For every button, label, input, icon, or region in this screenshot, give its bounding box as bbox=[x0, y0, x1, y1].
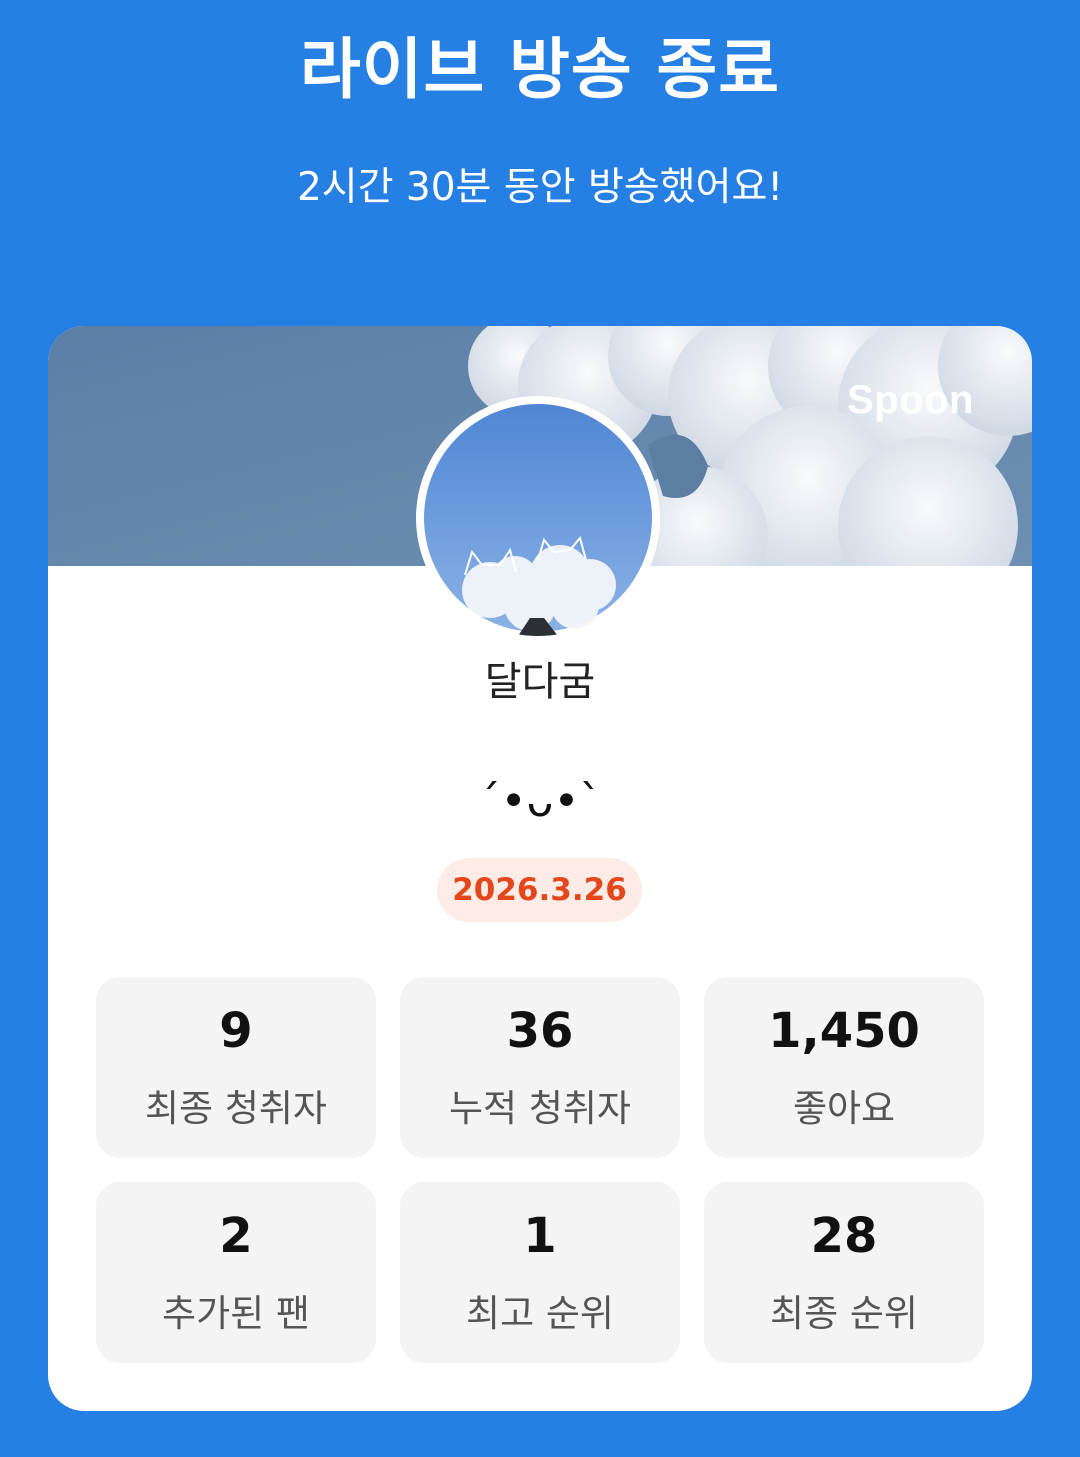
stat-total-listeners: 36 누적 청취자 bbox=[400, 977, 680, 1158]
broadcast-date-badge: 2026.3.26 bbox=[437, 858, 642, 922]
page-title: 라이브 방송 종료 bbox=[300, 31, 780, 108]
stat-best-rank: 1 최고 순위 bbox=[400, 1182, 680, 1363]
stat-label: 좋아요 bbox=[792, 1087, 896, 1130]
broadcast-summary-card: Spoon 달다굼 ˊ•ᴗ•ˋ 2026.3.26 9 최종 청취자 36 누적… bbox=[48, 326, 1032, 1411]
stat-value: 1,450 bbox=[768, 1003, 920, 1059]
stat-label: 최고 순위 bbox=[466, 1292, 614, 1335]
stat-value: 28 bbox=[810, 1208, 878, 1264]
stat-value: 9 bbox=[219, 1003, 253, 1059]
stat-final-rank: 28 최종 순위 bbox=[704, 1182, 984, 1363]
stat-value: 1 bbox=[523, 1208, 557, 1264]
broadcast-duration: 2시간 30분 동안 방송했어요! bbox=[296, 165, 784, 210]
profile-bio: ˊ•ᴗ•ˋ bbox=[478, 776, 602, 827]
spoon-logo: Spoon bbox=[847, 378, 974, 422]
stat-final-listeners: 9 최종 청취자 bbox=[96, 977, 376, 1158]
username: 달다굼 bbox=[484, 659, 596, 705]
stat-value: 2 bbox=[219, 1208, 253, 1264]
stat-new-fans: 2 추가된 팬 bbox=[96, 1182, 376, 1363]
stat-likes: 1,450 좋아요 bbox=[704, 977, 984, 1158]
stat-label: 추가된 팬 bbox=[162, 1292, 310, 1335]
stat-label: 누적 청취자 bbox=[449, 1087, 631, 1130]
stat-label: 최종 순위 bbox=[770, 1292, 918, 1335]
stat-label: 최종 청취자 bbox=[145, 1087, 327, 1130]
stat-value: 36 bbox=[506, 1003, 574, 1059]
profile-avatar[interactable] bbox=[420, 400, 656, 636]
